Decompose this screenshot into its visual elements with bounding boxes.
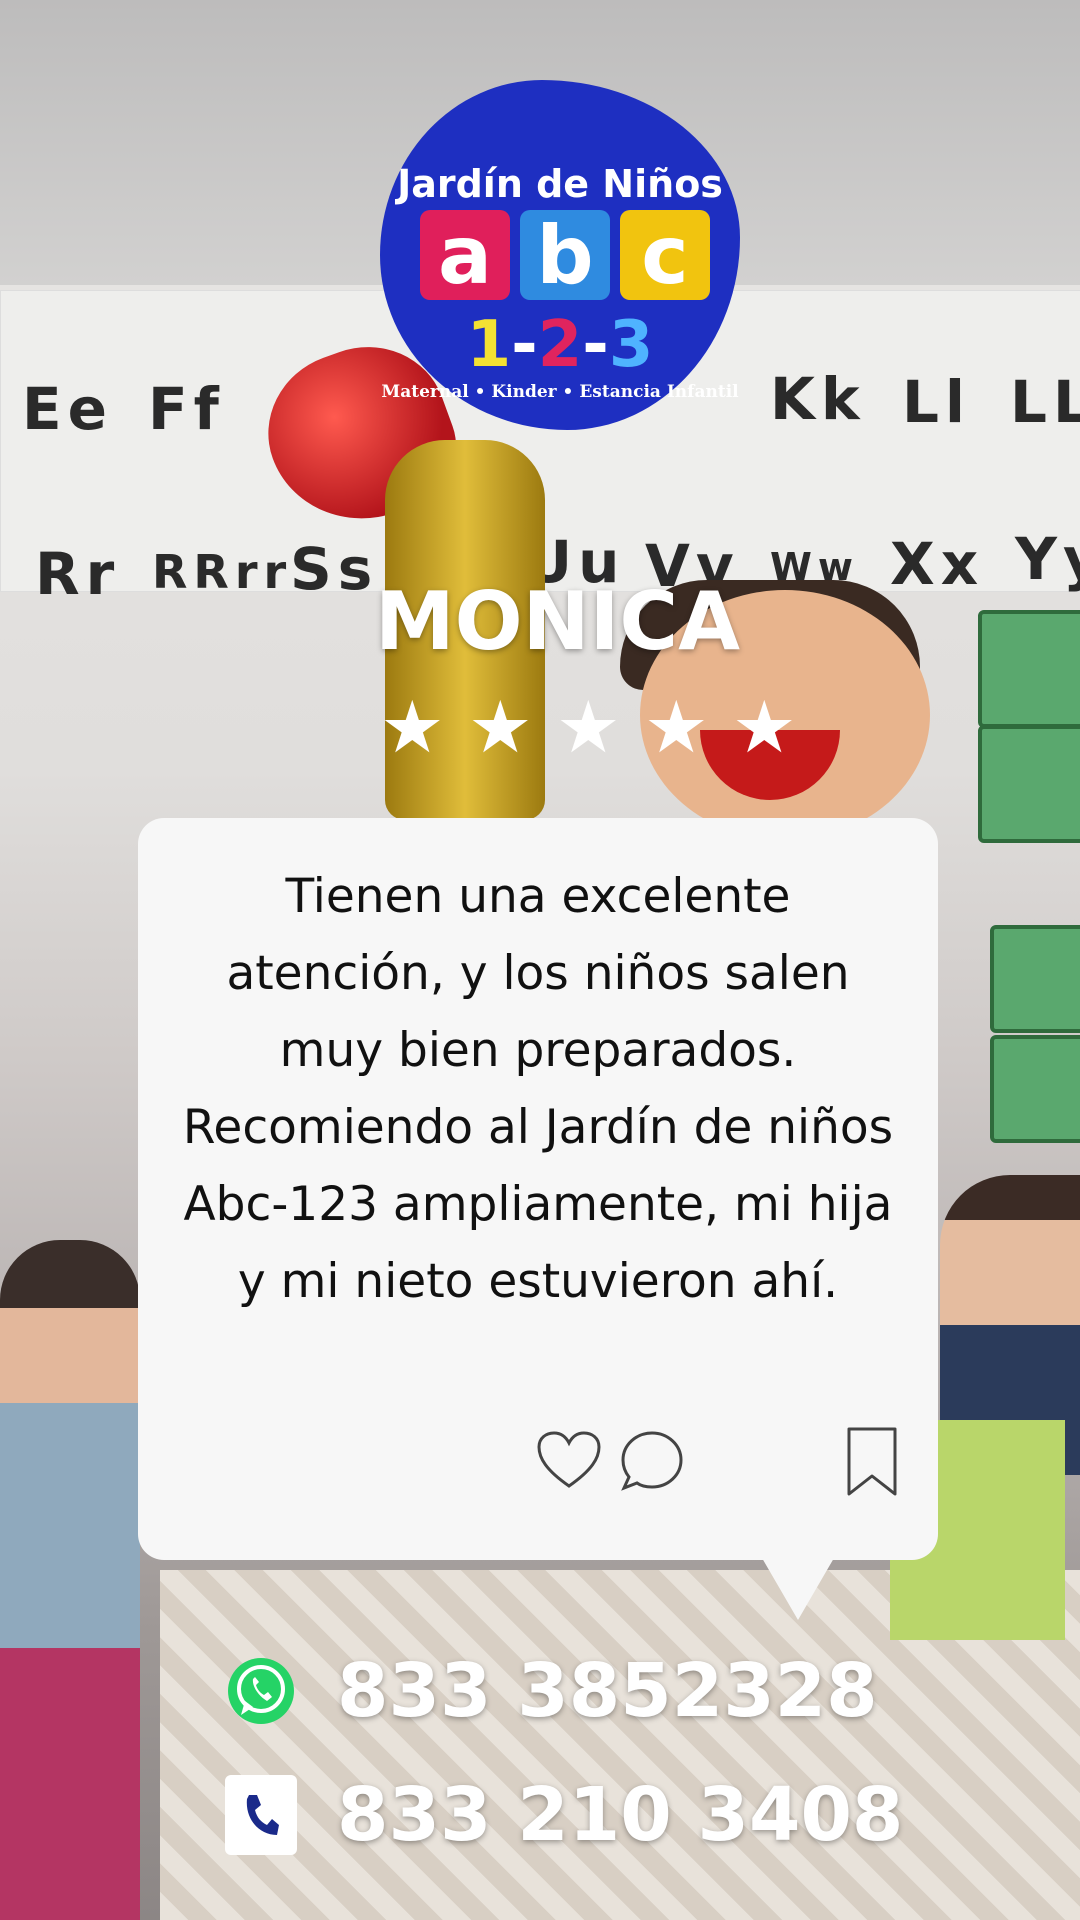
comment-icon[interactable] xyxy=(620,1430,684,1492)
star-rating: ★ ★ ★ ★ ★ xyxy=(380,685,797,769)
bookmark-icon[interactable] xyxy=(846,1426,898,1498)
wall-poster xyxy=(978,725,1080,843)
logo-block-a: a xyxy=(420,209,510,302)
logo-title: Jardín de Niños xyxy=(397,162,723,206)
phone-icon xyxy=(225,1775,297,1855)
reviewer-name: MONICA xyxy=(375,575,740,668)
wall-letter: LLl xyxy=(1010,368,1080,436)
wall-letter: Kk xyxy=(770,365,866,433)
wall-letter: Ff xyxy=(148,375,225,443)
logo-subtitle: Maternal • Kinder • Estancia Infantil xyxy=(381,382,739,402)
whatsapp-contact[interactable]: 833 3852328 xyxy=(225,1648,878,1734)
child-left xyxy=(0,1240,140,1920)
phone-number[interactable]: 833 210 3408 xyxy=(337,1772,903,1858)
star-icon: ★ xyxy=(380,685,445,769)
logo-block-b: b xyxy=(520,209,610,302)
logo-block-c: c xyxy=(620,209,710,302)
star-icon: ★ xyxy=(732,685,797,769)
school-logo: Jardín de Niños a b c 1-2-3 Maternal • K… xyxy=(380,80,740,430)
whatsapp-number[interactable]: 833 3852328 xyxy=(337,1648,878,1734)
whatsapp-icon xyxy=(228,1658,294,1724)
logo-numbers: 1-2-3 xyxy=(466,308,654,382)
speech-bubble-tail xyxy=(762,1558,834,1620)
star-icon: ★ xyxy=(556,685,621,769)
star-icon: ★ xyxy=(644,685,709,769)
wall-letter: Ee xyxy=(22,375,113,443)
logo-blocks: a b c xyxy=(420,209,710,302)
wall-letter: Ll xyxy=(902,368,971,436)
phone-contact[interactable]: 833 210 3408 xyxy=(225,1772,903,1858)
heart-icon[interactable] xyxy=(536,1430,602,1490)
review-text: Tienen una excelente atención, y los niñ… xyxy=(182,869,894,1309)
wall-poster xyxy=(990,1035,1080,1143)
star-icon: ★ xyxy=(468,685,533,769)
wall-poster xyxy=(990,925,1080,1033)
